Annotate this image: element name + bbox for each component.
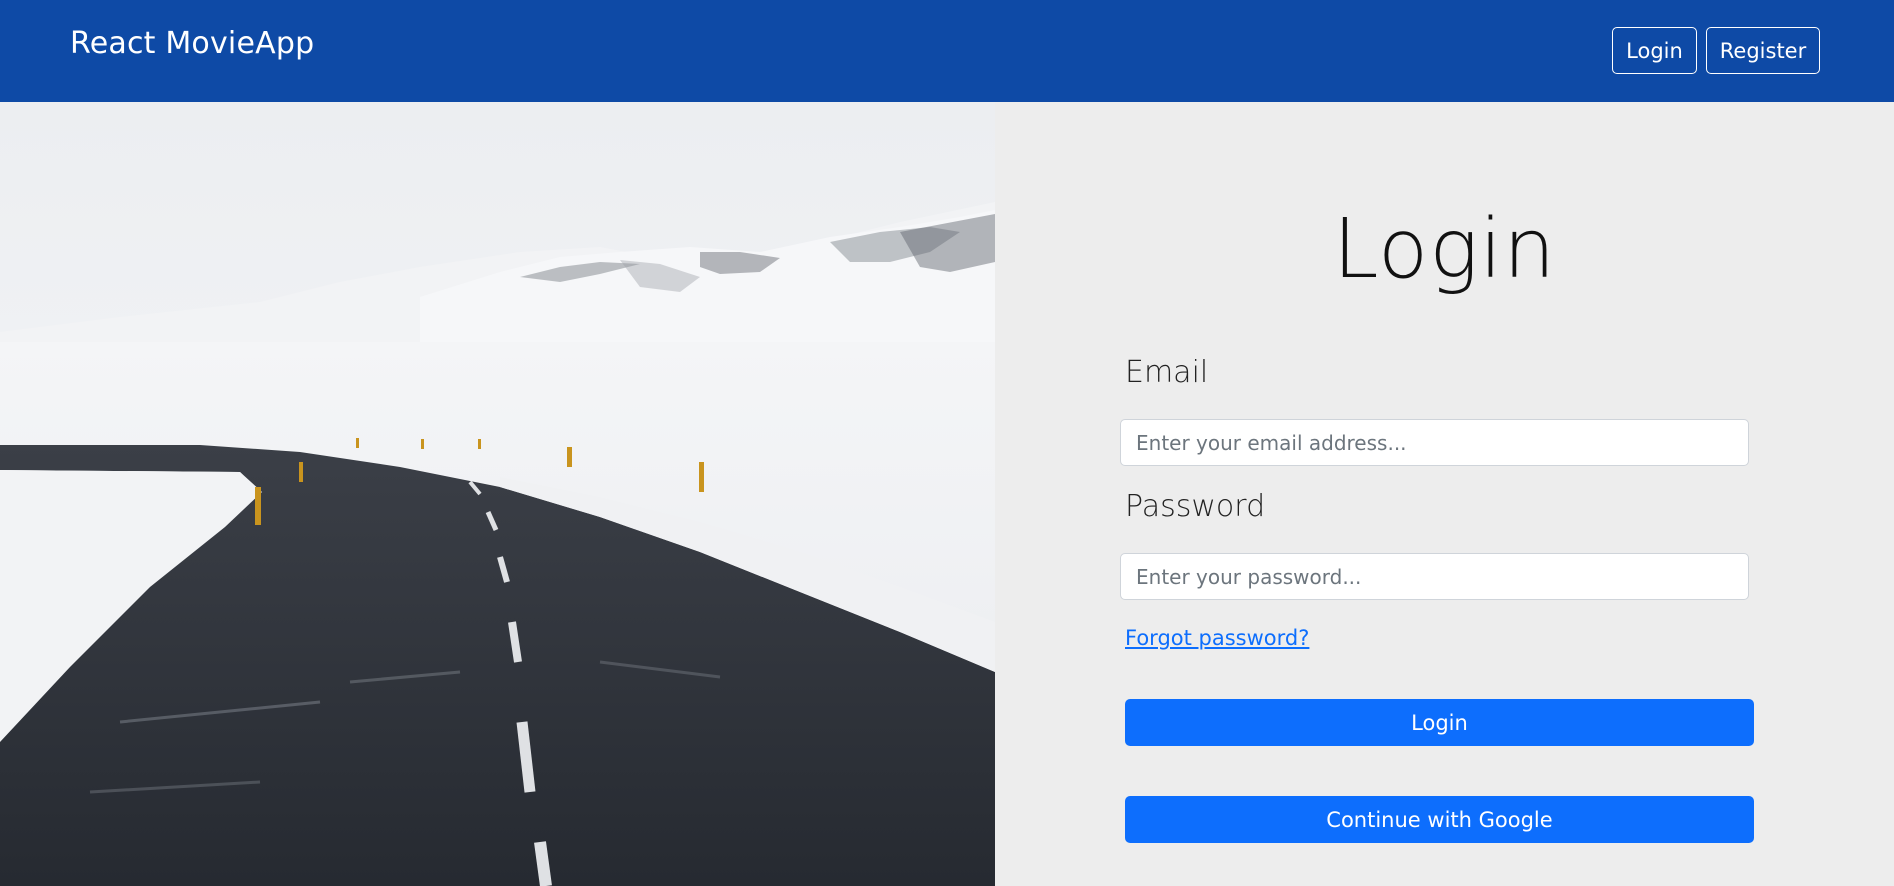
google-login-button[interactable]: Continue with Google (1125, 796, 1754, 843)
navbar: React MovieApp Login Register (0, 0, 1894, 102)
snowy-road-image (0, 102, 995, 886)
email-label: Email (1125, 355, 1209, 390)
password-label: Password (1125, 489, 1266, 524)
nav-register-button[interactable]: Register (1706, 27, 1820, 74)
hero-image (0, 102, 995, 886)
password-field[interactable] (1120, 553, 1749, 600)
brand-title[interactable]: React MovieApp (70, 26, 314, 61)
nav-login-button[interactable]: Login (1612, 27, 1697, 74)
page-title: Login (1332, 202, 1557, 297)
forgot-password-link[interactable]: Forgot password? (1125, 626, 1309, 650)
login-button[interactable]: Login (1125, 699, 1754, 746)
login-panel: Login Email Password Forgot password? Lo… (995, 102, 1894, 886)
email-field[interactable] (1120, 419, 1749, 466)
